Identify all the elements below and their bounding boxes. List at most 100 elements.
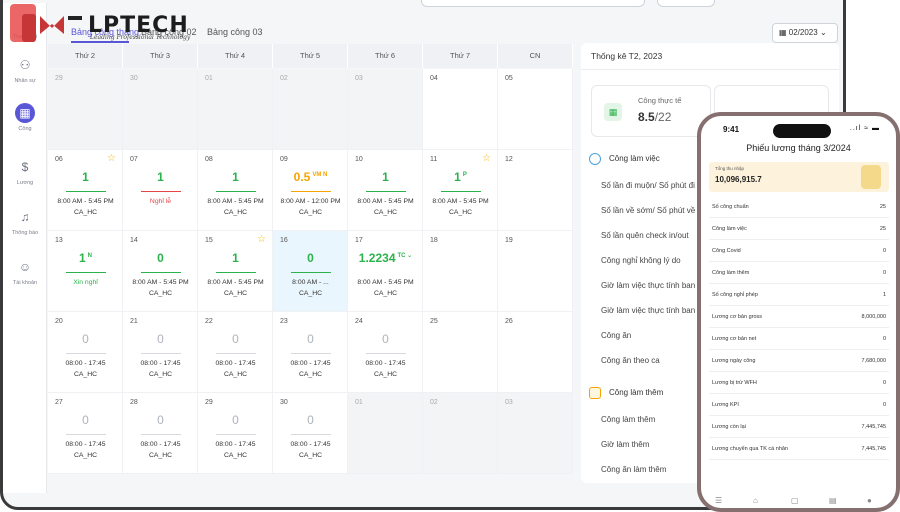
shift-code: CA_HC xyxy=(148,371,173,378)
workday-value-number: 1 xyxy=(82,170,89,184)
month-select[interactable]: ▦ 02/2023 ⌄ xyxy=(772,23,838,43)
calendar-day-cell[interactable]: 12 xyxy=(498,150,573,231)
calendar-day-cell[interactable]: 02 xyxy=(423,393,498,474)
plus-box-icon xyxy=(589,387,601,399)
workday-underline xyxy=(141,353,181,354)
calendar-day-cell[interactable]: 29 0 08:00 - 17:45 CA_HC xyxy=(198,393,273,474)
calendar-day-cell[interactable]: 21 0 08:00 - 17:45 CA_HC xyxy=(123,312,198,393)
weekday-header: CN xyxy=(498,44,573,68)
calendar-day-cell[interactable]: 26 xyxy=(498,312,573,393)
shift-time: 8:00 AM - ... xyxy=(292,279,329,286)
payslip-row-value: 0 xyxy=(882,248,886,254)
calendar-day-cell[interactable]: 01 xyxy=(348,393,423,474)
calendar-day-cell[interactable]: 15 ☆ 1 8:00 AM - 5:45 PM CA_HC xyxy=(198,231,273,312)
calendar-day-cell[interactable]: 22 0 08:00 - 17:45 CA_HC xyxy=(198,312,273,393)
sidebar-item-5[interactable]: ♫ Thông báo xyxy=(3,207,47,236)
calendar-day-cell[interactable]: 20 0 08:00 - 17:45 CA_HC xyxy=(48,312,123,393)
payslip-row-label: Công làm việc xyxy=(712,226,747,232)
top-action-button[interactable] xyxy=(657,0,715,7)
sidebar-item-6[interactable]: ☺ Tài khoản xyxy=(3,257,47,286)
calendar-day-cell[interactable]: 25 xyxy=(423,312,498,393)
sidebar-item-3[interactable]: ▦ Công xyxy=(3,103,47,132)
calendar-day-cell[interactable]: 10 1 8:00 AM - 5:45 PM CA_HC xyxy=(348,150,423,231)
stat-row[interactable]: Số lần về sớm/ Số phút về xyxy=(601,206,695,215)
calendar-day-cell[interactable]: 09 0.5 VM N 8:00 AM - 12:00 PM CA_HC xyxy=(273,150,348,231)
avatar-icon[interactable]: ● xyxy=(867,496,872,505)
calendar-day-cell[interactable]: 03 xyxy=(498,393,573,474)
phone-mockup: 9:41 ..ıl ≈ ▬ Phiếu lương tháng 3/2024 T… xyxy=(697,112,900,512)
calendar-day-cell[interactable]: 28 0 08:00 - 17:45 CA_HC xyxy=(123,393,198,474)
workday-value: 1 xyxy=(123,170,198,184)
stat-row[interactable]: Công làm thêm xyxy=(601,415,655,424)
calendar-day-cell[interactable]: 02 xyxy=(273,69,348,150)
people-icon: ⚇ xyxy=(19,58,31,72)
top-search-bar[interactable] xyxy=(421,0,645,7)
workday-value: 0 xyxy=(198,332,273,346)
stat-row[interactable]: Công ăn làm thêm xyxy=(601,465,666,474)
calendar-day-cell[interactable]: 30 0 08:00 - 17:45 CA_HC xyxy=(273,393,348,474)
shift-time: 8:00 AM - 12:00 PM xyxy=(280,198,341,205)
workday-value-number: 0.5 xyxy=(293,170,311,184)
calendar-day-cell[interactable]: 23 0 08:00 - 17:45 CA_HC xyxy=(273,312,348,393)
sidebar-item-4[interactable]: $ Lương xyxy=(3,157,47,186)
workday-value-tag: TC ⌄ xyxy=(397,253,413,259)
home-icon[interactable]: ⌂ xyxy=(753,496,758,505)
workday-value-tag: VM N xyxy=(312,172,328,178)
calendar-day-cell[interactable]: 30 xyxy=(123,69,198,150)
wallet-illustration-icon xyxy=(861,165,881,189)
payslip-row-value: 0 xyxy=(882,402,886,408)
list-icon[interactable]: ▤ xyxy=(829,496,837,505)
calendar-day-cell[interactable]: 17 1.2234 TC ⌄ 8:00 AM - 5:45 PM CA_HC xyxy=(348,231,423,312)
stat-row[interactable]: Giờ làm việc thực tính ban xyxy=(601,306,695,315)
stat-row[interactable]: Công ăn xyxy=(601,331,631,340)
workday-value: 1 xyxy=(198,170,273,184)
payslip-row-value: 0 xyxy=(882,270,886,276)
logo-mark xyxy=(10,4,82,42)
payslip-row-value: 7,445,745 xyxy=(861,424,886,430)
calendar-day-cell[interactable]: 24 0 08:00 - 17:45 CA_HC xyxy=(348,312,423,393)
day-number: 06 xyxy=(55,156,63,163)
workday-underline xyxy=(216,434,256,435)
calendar-day-cell[interactable]: 14 0 8:00 AM - 5:45 PM CA_HC xyxy=(123,231,198,312)
calendar-day-cell[interactable]: 04 xyxy=(423,69,498,150)
day-number: 02 xyxy=(430,399,438,406)
workday-value: 0 xyxy=(198,413,273,427)
workday-value-number: 0 xyxy=(82,413,89,427)
workday-underline xyxy=(66,434,106,435)
day-number: 02 xyxy=(280,75,288,82)
calendar-day-cell[interactable]: 07 1 Nghỉ lễ xyxy=(123,150,198,231)
calendar-day-cell[interactable]: 13 1 N Xin nghỉ xyxy=(48,231,123,312)
calendar-day-cell[interactable]: 03 xyxy=(348,69,423,150)
calendar-day-cell[interactable]: 01 xyxy=(198,69,273,150)
payslip-row-value: 0 xyxy=(882,336,886,342)
tab-bang-cong-03[interactable]: Bảng công 03 xyxy=(207,27,263,37)
workday-underline xyxy=(141,272,181,273)
calendar-day-cell[interactable]: 18 xyxy=(423,231,498,312)
shift-time: 8:00 AM - 5:45 PM xyxy=(207,198,264,205)
stat-row[interactable]: Giờ làm thêm xyxy=(601,440,649,449)
stat-row[interactable]: Giờ làm việc thực tính ban xyxy=(601,281,695,290)
sidebar-item-label: Thông báo xyxy=(11,230,39,236)
star-icon: ☆ xyxy=(107,153,116,164)
stat-row[interactable]: Số lần quên check in/out xyxy=(601,231,689,240)
stat-row[interactable]: Công nghỉ không lý do xyxy=(601,256,681,265)
stat-row[interactable]: Số lần đi muộn/ Số phút đi xyxy=(601,181,695,190)
calendar-day-cell[interactable]: 29 xyxy=(48,69,123,150)
calendar-day-cell[interactable]: 16 0 8:00 AM - ... CA_HC xyxy=(273,231,348,312)
menu-icon[interactable]: ☰ xyxy=(715,496,722,505)
workday-value-number: 0 xyxy=(232,413,239,427)
calendar-week-row: 27 0 08:00 - 17:45 CA_HC 28 0 08:00 - 17:45 CA_… xyxy=(48,393,573,474)
workday-value: 1 xyxy=(348,170,423,184)
calendar-day-cell[interactable]: 05 xyxy=(498,69,573,150)
stat-row[interactable]: Công ăn theo ca xyxy=(601,356,660,365)
shift-time: 08:00 - 17:45 xyxy=(215,360,256,367)
calendar-day-cell[interactable]: 27 0 08:00 - 17:45 CA_HC xyxy=(48,393,123,474)
calendar-day-cell[interactable]: 19 xyxy=(498,231,573,312)
sidebar-item-2[interactable]: ⚇ Nhân sự xyxy=(3,55,47,84)
payslip-row: Lương cơ bản gross 8,000,000 xyxy=(709,307,889,328)
calendar-day-cell[interactable]: 08 1 8:00 AM - 5:45 PM CA_HC xyxy=(198,150,273,231)
calendar-day-cell[interactable]: 06 ☆ 1 8:00 AM - 5:45 PM CA_HC xyxy=(48,150,123,231)
payslip-row-value: 7,445,745 xyxy=(861,446,886,452)
calendar-day-cell[interactable]: 11 ☆ 1 P 8:00 AM - 5:45 PM CA_HC xyxy=(423,150,498,231)
square-icon[interactable]: ▢ xyxy=(791,496,799,505)
